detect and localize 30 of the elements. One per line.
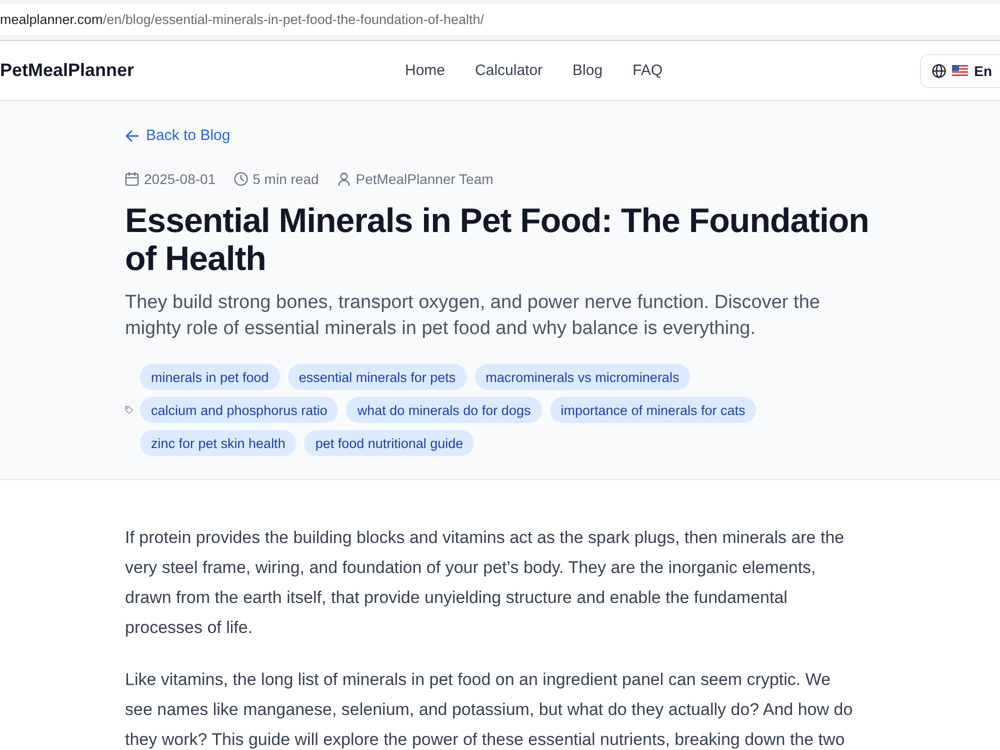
post-date: 2025-08-01 — [144, 171, 216, 187]
tag-chip[interactable]: pet food nutritional guide — [304, 430, 474, 456]
article-paragraph: Like vitamins, the long list of minerals in pet food on an ingredient panel can seem cryptic. We see names like manganese, selenium, and potassium, but what do they actually do? And how do they work? This guide will explore the power of these essential nutrients, breaking down the two — [125, 669, 854, 750]
article-subtitle: They build strong bones, transport oxygen, and power nerve function. Discover the mighty role of essential minerals in pet food and why balance is everything. — [125, 291, 821, 341]
author-name: PetMealPlanner Team — [356, 171, 494, 187]
tag-chip[interactable]: zinc for pet skin health — [140, 430, 296, 456]
nav-link[interactable]: Calculator — [475, 62, 543, 79]
tag-chip[interactable]: macrominerals vs microminerals — [474, 364, 690, 390]
logo-text[interactable]: PetMealPlanner — [0, 60, 134, 81]
tag-chip[interactable]: what do minerals do for dogs — [346, 397, 542, 423]
back-link[interactable]: Back to Blog — [125, 125, 230, 147]
calendar-icon — [125, 172, 139, 186]
tag-icon — [125, 406, 133, 414]
flag-icon — [952, 65, 968, 76]
nav-link[interactable]: FAQ — [632, 62, 663, 79]
clock-icon — [234, 172, 248, 186]
tag-chip[interactable]: minerals in pet food — [140, 364, 280, 390]
read-time: 5 min read — [252, 171, 319, 187]
article-paragraph: If protein provides the building blocks and vitamins act as the spark plugs, then minerals are the very steel frame, wiring, and foundation of your pet’s body. They are the inorganic elements, drawn from the earth itself, that provide unyielding structure and enable the fundamental processes of life. — [125, 527, 846, 639]
address-bar[interactable]: mealplanner.com/en/blog/essential-minerals-in-pet-food-the-foundation-of-health/ — [0, 4, 1000, 35]
arrow-left-icon — [125, 129, 139, 143]
nav-link[interactable]: Blog — [572, 62, 603, 79]
tag-chip[interactable]: importance of minerals for cats — [550, 397, 756, 423]
article-title: Essential Minerals in Pet Food: The Foundation of Health — [125, 202, 870, 278]
nav-link[interactable]: Home — [405, 62, 446, 79]
globe-icon — [932, 64, 946, 78]
language-button[interactable]: En — [920, 54, 1000, 88]
tag-chip[interactable]: essential minerals for pets — [288, 364, 467, 390]
person-icon — [336, 172, 351, 186]
tag-chip[interactable]: calcium and phosphorus ratio — [140, 397, 338, 423]
